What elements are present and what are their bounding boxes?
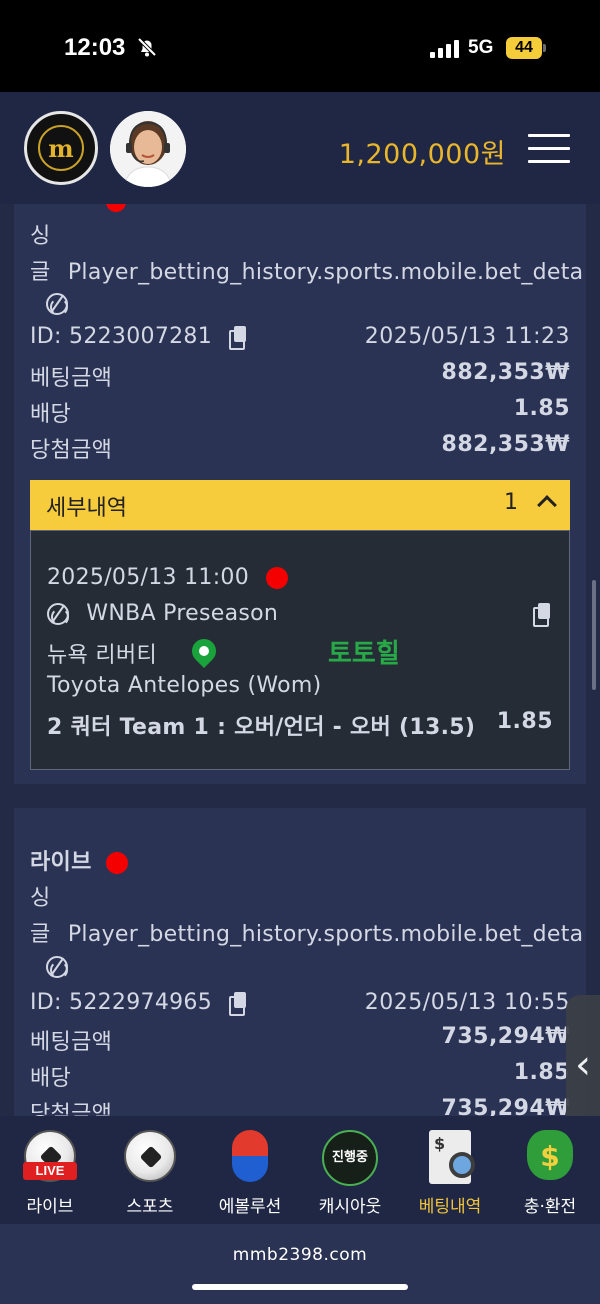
chevron-up-icon xyxy=(537,495,557,515)
pick-odds: 1.85 xyxy=(496,709,553,734)
nav-live[interactable]: LIVE 라이브 xyxy=(0,1116,100,1224)
odds-value: 1.85 xyxy=(513,1060,570,1085)
odds-label: 배당 xyxy=(30,1066,72,1091)
bell-muted-icon xyxy=(137,37,157,57)
bet-card: 싱 글 Player_betting_history.sports.mobile… xyxy=(14,204,586,784)
live-soccer-icon: LIVE xyxy=(21,1130,79,1186)
bet-id: ID: 5223007281 xyxy=(30,324,247,350)
win-amount-value: 735,294₩ xyxy=(441,1096,570,1116)
nav-label: 라이브 xyxy=(26,1197,74,1217)
nav-label: 베팅내역 xyxy=(418,1197,482,1217)
nav-bet-history[interactable]: 베팅내역 xyxy=(400,1116,500,1224)
nav-label: 에볼루션 xyxy=(218,1197,282,1217)
live-dot-icon xyxy=(105,852,128,874)
history-key-text: Player_betting_history.sports.mobile.bet… xyxy=(67,922,584,947)
bet-datetime: 2025/05/13 10:55 xyxy=(364,990,570,1015)
bet-datetime: 2025/05/13 11:23 xyxy=(364,324,570,349)
browser-footer: mmb2398.com xyxy=(0,1224,600,1304)
nav-label: 충·환전 xyxy=(523,1197,577,1217)
win-amount-label: 당첨금액 xyxy=(30,438,113,463)
balance-amount: 1,200,000원 xyxy=(338,139,506,170)
url-domain[interactable]: mmb2398.com xyxy=(0,1245,600,1265)
status-time: 12:03 xyxy=(64,34,126,61)
basketball-icon xyxy=(46,956,68,979)
basketball-icon xyxy=(47,603,69,626)
single-label-line2: 글 Player_betting_history.sports.mobile.b… xyxy=(30,260,584,285)
logo-m-icon: m xyxy=(38,125,84,171)
single-label-line1: 싱 xyxy=(30,224,51,249)
app-header: m 1,200,000원 xyxy=(0,92,600,204)
bet-amount-value: 882,353₩ xyxy=(441,360,570,385)
scrollbar-thumb[interactable] xyxy=(592,580,596,690)
live-dot-icon xyxy=(106,204,126,212)
bottom-nav: LIVE 라이브 스포츠 에볼루션 진행중 캐시아웃 베팅내역 $ 충·환전 xyxy=(0,1116,600,1224)
nav-label: 캐시아웃 xyxy=(318,1197,382,1217)
home-indicator[interactable] xyxy=(192,1284,408,1290)
live-dot-icon xyxy=(266,567,289,589)
watermark-text: 토토힐 xyxy=(328,638,400,669)
nav-sports[interactable]: 스포츠 xyxy=(100,1116,200,1224)
chevron-left-icon: ‹ xyxy=(575,1042,591,1088)
bet-amount-label: 베팅금액 xyxy=(30,366,113,391)
evolution-icon xyxy=(221,1130,279,1186)
network-type: 5G xyxy=(468,37,494,58)
money-bag-icon: $ xyxy=(521,1130,579,1186)
status-bar: 12:03 5G 44 xyxy=(0,0,600,92)
detail-count: 1 xyxy=(504,490,518,515)
battery-icon: 44 xyxy=(506,37,542,59)
win-amount-value: 882,353₩ xyxy=(441,432,570,457)
hamburger-menu-icon[interactable] xyxy=(528,134,570,164)
basketball-icon xyxy=(46,293,68,316)
home-team: 뉴욕 리버티 xyxy=(47,643,157,668)
odds-value: 1.85 xyxy=(513,396,570,421)
support-agent-avatar[interactable] xyxy=(110,111,186,187)
bet-pick: 2 쿼터 Team 1 : 오버/언더 - 오버 (13.5) xyxy=(47,715,476,740)
bet-amount-label: 베팅금액 xyxy=(30,1030,113,1055)
single-label-line2: 글 Player_betting_history.sports.mobile.b… xyxy=(30,922,584,947)
bet-id: ID: 5222974965 xyxy=(30,990,247,1016)
single-label-line1: 싱 xyxy=(30,886,51,911)
logo-button[interactable]: m xyxy=(24,111,98,185)
battery-tip xyxy=(543,44,546,52)
signal-icon xyxy=(430,40,459,58)
away-team: Toyota Antelopes (Wom) xyxy=(47,673,322,698)
win-amount-label: 당첨금액 xyxy=(30,1102,113,1116)
league-line: WNBA Preseason xyxy=(47,601,278,626)
detail-toggle[interactable]: 세부내역 1 xyxy=(30,480,570,530)
nav-deposit-withdraw[interactable]: $ 충·환전 xyxy=(500,1116,600,1224)
watermark: 토토힐 xyxy=(187,634,400,669)
location-pin-icon xyxy=(187,634,221,668)
league-name: WNBA Preseason xyxy=(86,601,279,626)
copy-icon[interactable] xyxy=(229,326,247,350)
bet-card: 라이브 싱 글 Player_betting_history.sports.mo… xyxy=(14,808,586,1116)
copy-icon[interactable] xyxy=(533,603,551,627)
soccer-ball-icon xyxy=(121,1130,179,1186)
cashout-icon: 진행중 xyxy=(321,1130,379,1186)
nav-cashout[interactable]: 진행중 캐시아웃 xyxy=(300,1116,400,1224)
agent-icon xyxy=(110,111,186,187)
odds-label: 배당 xyxy=(30,402,72,427)
detail-title: 세부내역 xyxy=(46,496,127,521)
receipt-icon xyxy=(421,1130,479,1186)
bet-amount-value: 735,294₩ xyxy=(441,1024,570,1049)
nav-evolution[interactable]: 에볼루션 xyxy=(200,1116,300,1224)
nav-label: 스포츠 xyxy=(126,1197,174,1217)
copy-icon[interactable] xyxy=(229,992,247,1016)
live-label: 라이브 xyxy=(30,844,128,876)
match-datetime: 2025/05/13 11:00 xyxy=(47,565,289,590)
history-key-text: Player_betting_history.sports.mobile.bet… xyxy=(67,260,584,285)
